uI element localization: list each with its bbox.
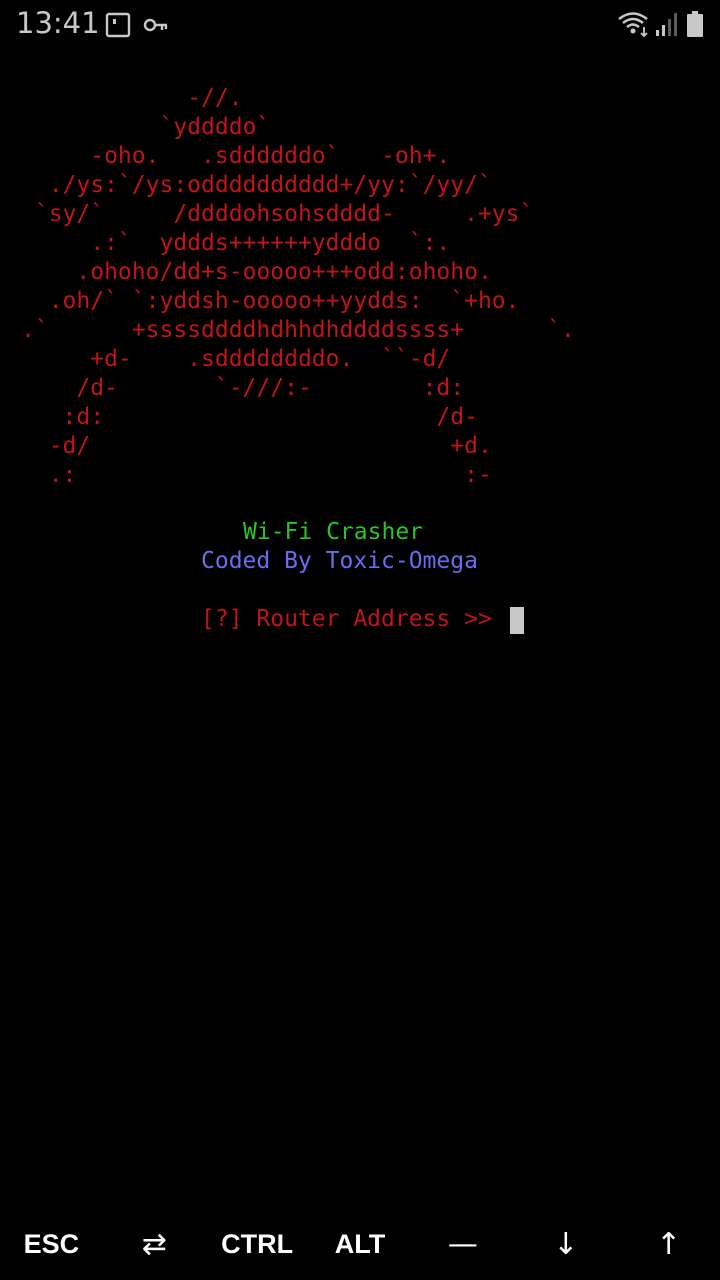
status-time: 13:41 <box>16 6 100 40</box>
status-bar: 13:41 <box>0 0 720 48</box>
ascii-art-logo: -//. `yddddo` -oho. .sddddddo` -oh+. ./y… <box>21 85 575 488</box>
extra-keys-bar: ESC ⇄ CTRL ALT — ↓ ↑ <box>0 1208 720 1280</box>
screenshot-frame-icon <box>105 12 131 38</box>
key-icon <box>143 15 169 35</box>
terminal-cursor[interactable] <box>510 607 524 634</box>
dash-icon[interactable]: — <box>411 1208 514 1280</box>
terminal-view[interactable]: -//. `yddddo` -oho. .sddddddo` -oh+. ./y… <box>0 84 720 1194</box>
arrow-up-icon[interactable]: ↑ <box>617 1208 720 1280</box>
alt-key[interactable]: ALT <box>309 1208 412 1280</box>
arrow-down-icon[interactable]: ↓ <box>514 1208 617 1280</box>
router-address-prompt: [?] Router Address >> <box>201 606 506 632</box>
esc-key[interactable]: ESC <box>0 1208 103 1280</box>
signal-icon <box>655 12 679 36</box>
tool-title: Wi-Fi Crasher <box>243 519 424 545</box>
battery-icon <box>686 11 704 37</box>
wifi-icon <box>617 10 651 38</box>
ctrl-key[interactable]: CTRL <box>206 1208 309 1280</box>
tool-credit: Coded By Toxic-Omega <box>201 548 478 574</box>
tab-arrows-icon[interactable]: ⇄ <box>103 1208 206 1280</box>
